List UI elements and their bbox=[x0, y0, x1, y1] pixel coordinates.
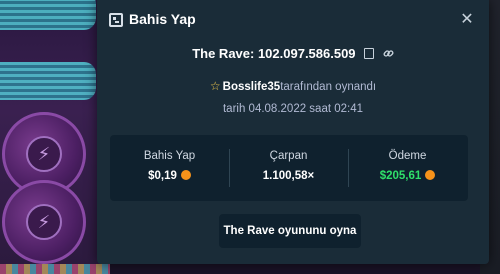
stat-value: $205,61 bbox=[348, 169, 467, 182]
bet-details-modal: Bahis Yap ✕ The Rave: 102.097.586.509 ☆ B… bbox=[97, 0, 489, 264]
background-game-reels: ⚡ ⚡ bbox=[0, 0, 110, 274]
link-icon[interactable] bbox=[383, 48, 394, 59]
play-game-button[interactable]: The Rave oyununu oyna bbox=[219, 214, 361, 248]
bitcoin-icon bbox=[180, 169, 191, 180]
stat-value: 1.100,58× bbox=[262, 170, 315, 182]
player-name-link[interactable]: Bosslife35 bbox=[223, 81, 281, 93]
modal-header: Bahis Yap ✕ bbox=[97, 0, 489, 40]
played-by-suffix: tarafından oynandı bbox=[280, 81, 377, 93]
stat-value: $0,19 bbox=[110, 169, 229, 182]
lightning-coin-symbol: ⚡ bbox=[2, 180, 86, 264]
stat-payout: Ödeme $205,61 bbox=[348, 135, 467, 201]
close-icon[interactable]: ✕ bbox=[457, 9, 477, 29]
star-icon: ☆ bbox=[209, 79, 221, 93]
stat-label: Çarpan bbox=[269, 150, 308, 162]
glasses-symbol bbox=[0, 0, 96, 30]
copy-icon[interactable] bbox=[364, 48, 375, 60]
glasses-symbol bbox=[0, 62, 96, 100]
stat-bet-amount: Bahis Yap $0,19 bbox=[110, 135, 229, 201]
reel-strip bbox=[0, 264, 110, 274]
game-id-text: The Rave: 102.097.586.509 bbox=[192, 46, 356, 61]
bitcoin-icon bbox=[425, 169, 436, 180]
stat-label: Bahis Yap bbox=[143, 150, 196, 162]
bet-slip-icon bbox=[109, 13, 123, 27]
stat-label: Ödeme bbox=[388, 150, 427, 162]
game-id-line: The Rave: 102.097.586.509 bbox=[97, 46, 489, 61]
bet-stats-panel: Bahis Yap $0,19 Çarpan 1.100,58× Ödeme $… bbox=[110, 135, 468, 201]
bet-date: tarih 04.08.2022 saat 02:41 bbox=[222, 103, 364, 115]
modal-title: Bahis Yap bbox=[129, 11, 196, 27]
played-by-line: ☆ Bosslife35tarafından oynandı bbox=[97, 79, 489, 93]
stat-multiplier: Çarpan 1.100,58× bbox=[229, 135, 348, 201]
